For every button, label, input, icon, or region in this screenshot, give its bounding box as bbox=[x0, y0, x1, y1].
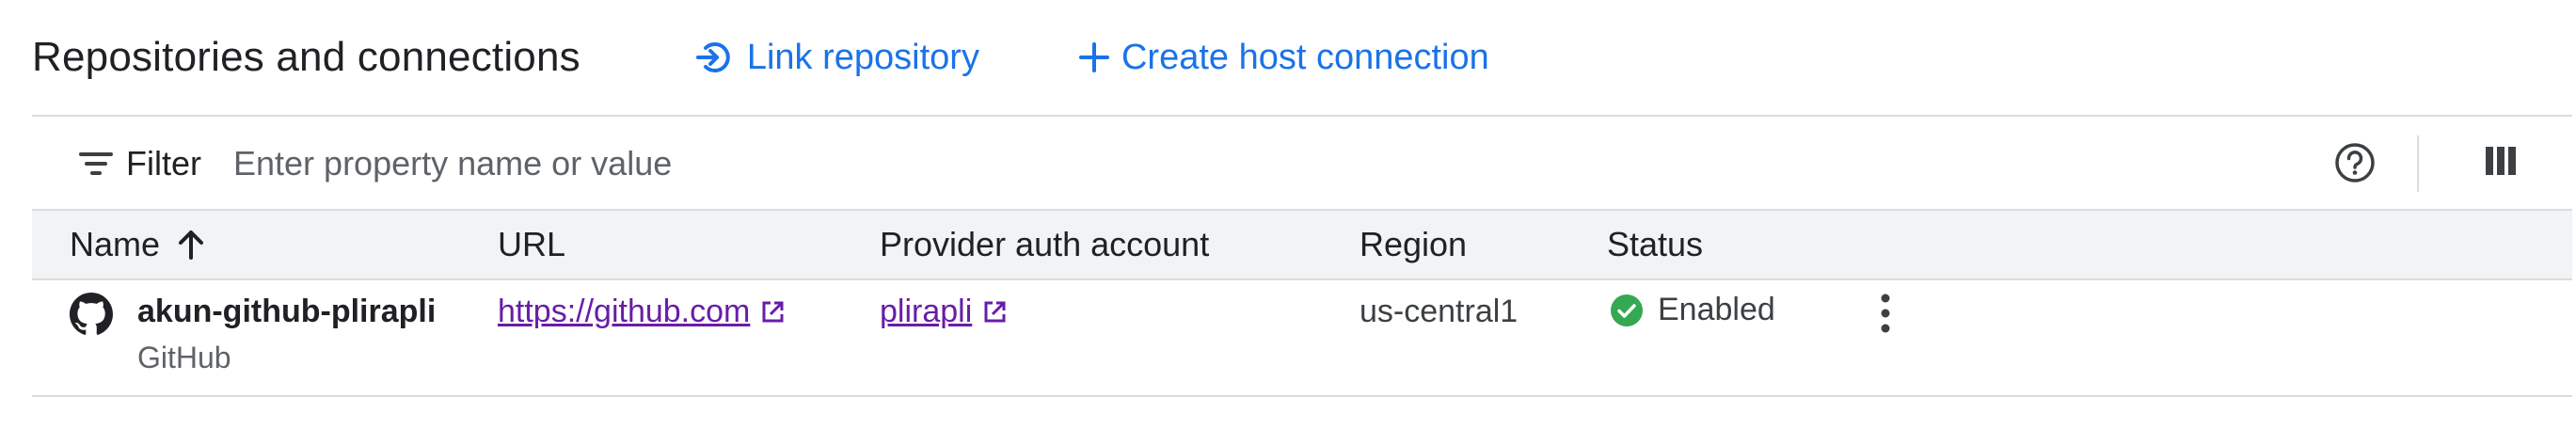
filter-lines-icon bbox=[79, 152, 113, 175]
arrow-up-icon bbox=[179, 230, 204, 260]
provider-auth-account-link[interactable]: plirapli bbox=[880, 294, 1008, 330]
row-divider bbox=[32, 395, 2572, 397]
repository-name[interactable]: akun-github-plirapli bbox=[137, 294, 436, 330]
header-divider bbox=[32, 115, 2572, 117]
column-header-url: URL bbox=[498, 225, 566, 263]
filter-label: Filter bbox=[126, 144, 201, 183]
filter-bar: Filter bbox=[32, 119, 2572, 209]
repository-url-link[interactable]: https://github.com bbox=[498, 294, 786, 330]
github-icon bbox=[70, 293, 113, 335]
create-host-connection-label: Create host connection bbox=[1121, 37, 1489, 77]
repository-url-text: https://github.com bbox=[498, 294, 751, 329]
repositories-page: Repositories and connections Link reposi… bbox=[0, 0, 2576, 429]
filter-button[interactable]: Filter bbox=[79, 144, 201, 183]
open-in-new-icon bbox=[762, 301, 784, 322]
table-row: akun-github-plirapli GitHub https://gith… bbox=[32, 280, 2572, 395]
help-circle-icon bbox=[2335, 143, 2375, 183]
column-header-name-label: Name bbox=[70, 225, 161, 263]
column-header-name[interactable]: Name bbox=[70, 211, 205, 278]
provider-auth-account-text: plirapli bbox=[880, 294, 973, 329]
open-in-new-icon bbox=[984, 301, 1006, 322]
column-header-region: Region bbox=[1360, 225, 1468, 263]
link-in-icon bbox=[695, 42, 730, 72]
page-title: Repositories and connections bbox=[32, 34, 580, 80]
column-header-provider-auth-account: Provider auth account bbox=[880, 225, 1210, 263]
plus-icon bbox=[1078, 42, 1109, 72]
column-display-button[interactable] bbox=[2482, 143, 2520, 183]
page-header: Repositories and connections Link reposi… bbox=[32, 0, 1489, 115]
filter-input[interactable] bbox=[233, 144, 1927, 183]
check-circle-icon bbox=[1611, 294, 1643, 326]
column-header-status: Status bbox=[1607, 225, 1704, 263]
help-button[interactable] bbox=[2333, 141, 2377, 189]
link-repository-label: Link repository bbox=[746, 37, 979, 77]
create-host-connection-button[interactable]: Create host connection bbox=[1078, 29, 1489, 86]
status-badge: Enabled bbox=[1609, 292, 1775, 328]
toolbar-separator bbox=[2417, 135, 2419, 192]
more-vert-icon bbox=[1881, 294, 1890, 333]
table-header: Name URL Provider auth account Region St… bbox=[32, 211, 2572, 278]
region-value: us-central1 bbox=[1360, 294, 1519, 329]
status-text: Enabled bbox=[1658, 292, 1775, 327]
row-actions-button[interactable] bbox=[1878, 292, 1893, 340]
repository-provider: GitHub bbox=[137, 341, 231, 374]
link-repository-button[interactable]: Link repository bbox=[694, 29, 979, 86]
column-display-icon bbox=[2486, 147, 2516, 175]
